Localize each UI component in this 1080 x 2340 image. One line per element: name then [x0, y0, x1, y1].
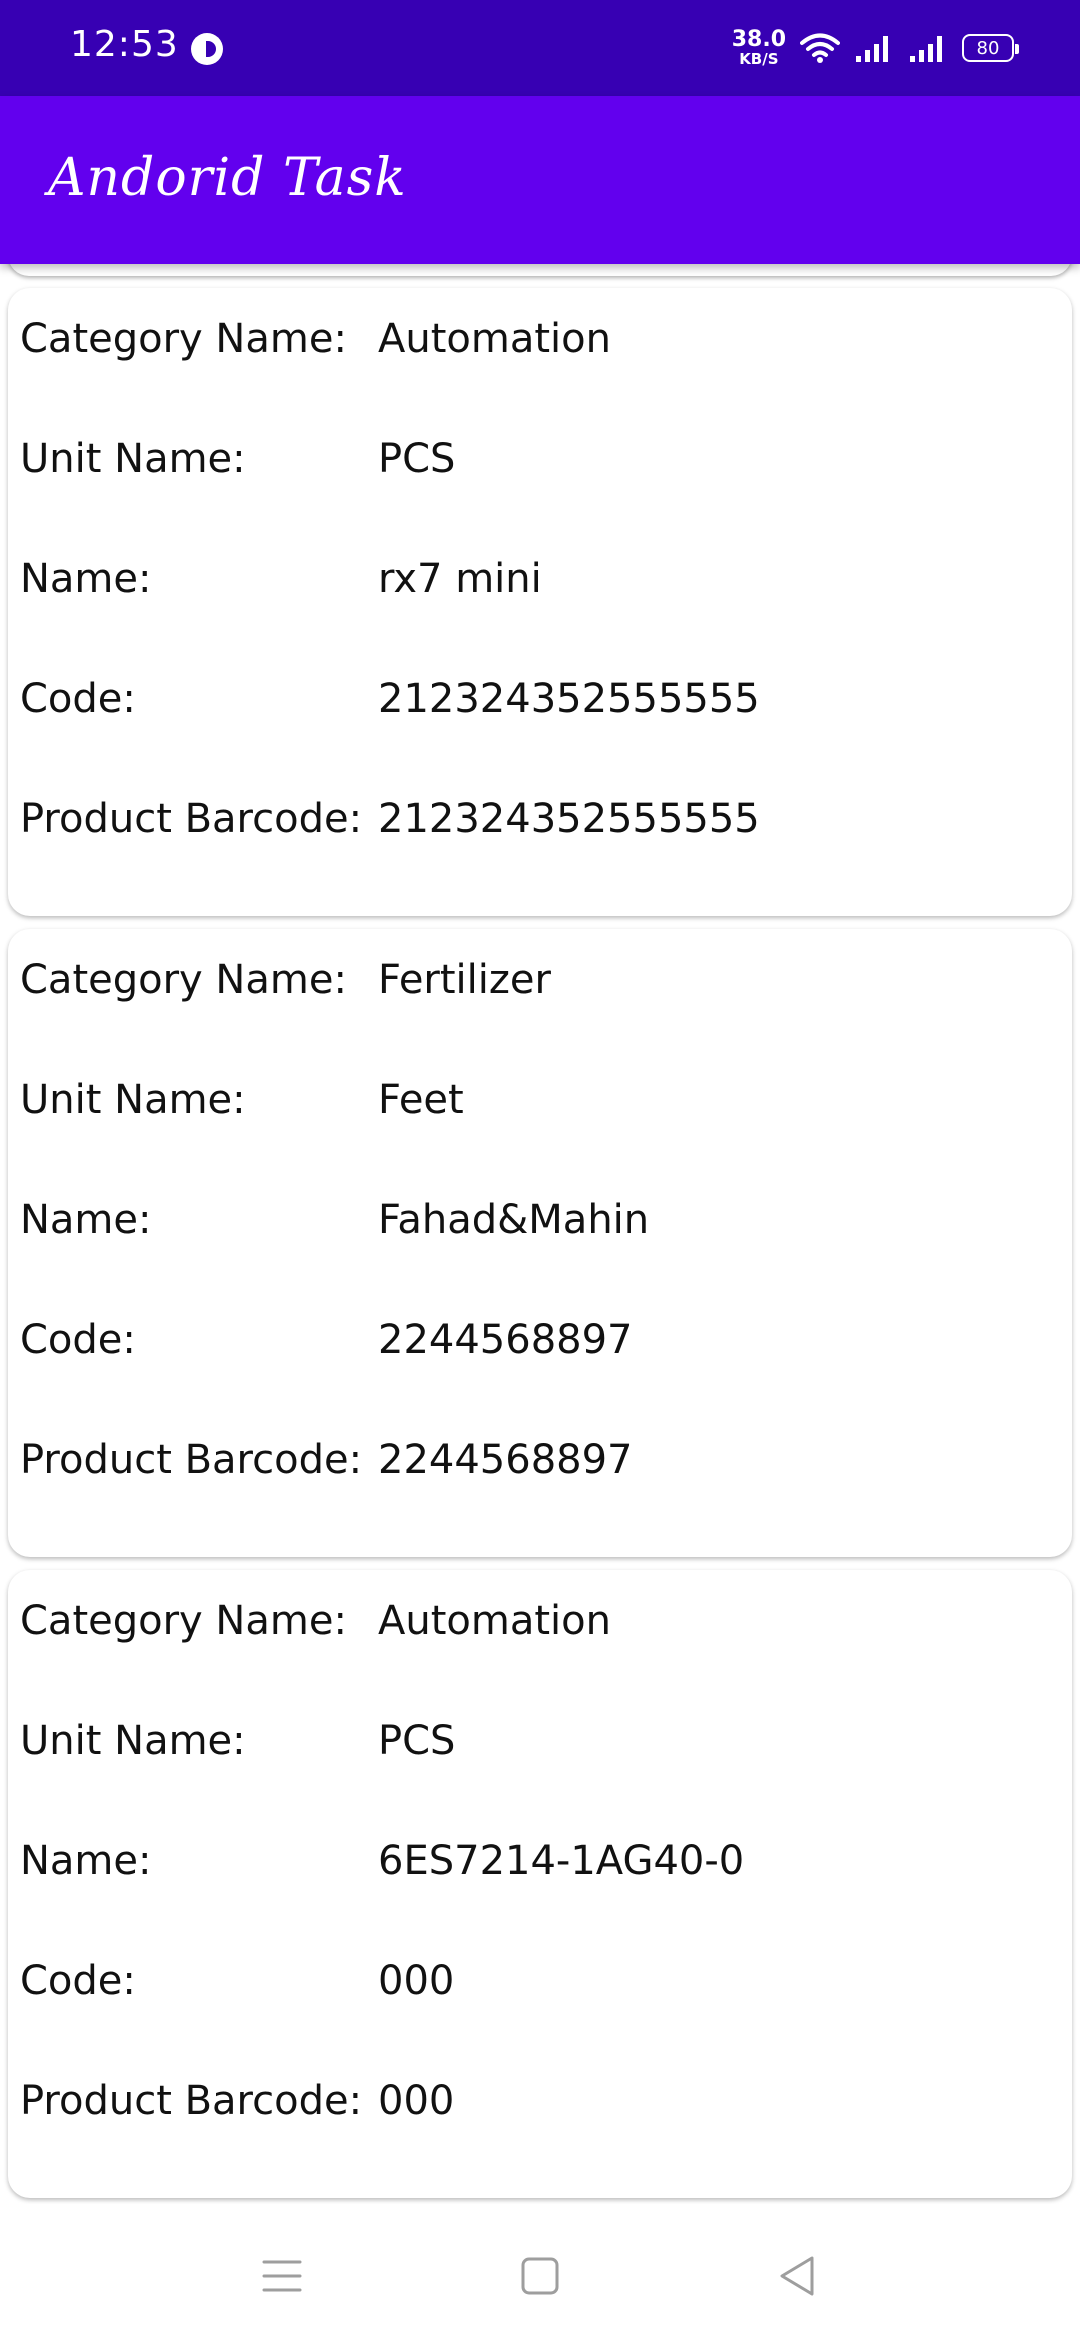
back-triangle-icon[interactable]: [770, 2248, 826, 2304]
unit-row: Unit Name: PCS: [8, 1708, 1072, 1768]
category-label: Category Name:: [20, 1598, 347, 1644]
barcode-row: Product Barcode: 000: [8, 2068, 1072, 2128]
previous-product-card-edge: [8, 264, 1072, 276]
network-speed: 38.0 KB/S: [732, 29, 786, 67]
category-value: Fertilizer: [378, 957, 551, 1003]
menu-icon[interactable]: [254, 2248, 310, 2304]
network-speed-unit: KB/S: [739, 50, 779, 68]
unit-value: Feet: [378, 1077, 464, 1123]
unit-value: PCS: [378, 436, 456, 482]
barcode-value: 212324352555555: [378, 796, 760, 842]
network-speed-value: 38.0: [731, 27, 786, 52]
category-row: Category Name: Fertilizer: [8, 947, 1072, 1007]
product-card[interactable]: Category Name: Fertilizer Unit Name: Fee…: [8, 929, 1072, 1557]
battery-level: 80: [976, 37, 1000, 59]
code-value: 000: [378, 1958, 455, 2004]
category-value: Automation: [378, 1598, 611, 1644]
status-bar: 12:53 38.0 KB/S 80: [0, 0, 1080, 96]
name-row: Name: Fahad&Mahin: [8, 1187, 1072, 1247]
name-value: 6ES7214-1AG40-0: [378, 1838, 745, 1884]
name-label: Name:: [20, 1838, 152, 1884]
signal-icon-sim2: [910, 36, 942, 62]
code-label: Code:: [20, 1958, 136, 2004]
name-row: Name: 6ES7214-1AG40-0: [8, 1828, 1072, 1888]
app-notification-icon: [191, 33, 223, 65]
barcode-row: Product Barcode: 2244568897: [8, 1427, 1072, 1487]
barcode-label: Product Barcode:: [20, 1437, 363, 1483]
name-value: Fahad&Mahin: [378, 1197, 650, 1243]
unit-row: Unit Name: Feet: [8, 1067, 1072, 1127]
unit-value: PCS: [378, 1718, 456, 1764]
code-row: Code: 2244568897: [8, 1307, 1072, 1367]
barcode-value: 2244568897: [378, 1437, 633, 1483]
unit-label: Unit Name:: [20, 1077, 246, 1123]
name-row: Name: rx7 mini: [8, 546, 1072, 606]
app-title: Andorid Task: [48, 148, 407, 208]
barcode-row: Product Barcode: 212324352555555: [8, 786, 1072, 846]
status-indicators: 38.0 KB/S 80: [732, 26, 1019, 70]
category-label: Category Name:: [20, 316, 347, 362]
product-card[interactable]: Category Name: Automation Unit Name: PCS…: [8, 288, 1072, 916]
wifi-icon: [800, 33, 840, 63]
app-bar: Andorid Task: [0, 96, 1080, 264]
code-value: 212324352555555: [378, 676, 760, 722]
system-navigation-bar: [0, 2204, 1080, 2340]
code-value: 2244568897: [378, 1317, 633, 1363]
barcode-label: Product Barcode:: [20, 2078, 363, 2124]
category-label: Category Name:: [20, 957, 347, 1003]
barcode-value: 000: [378, 2078, 455, 2124]
home-square-icon[interactable]: [512, 2248, 568, 2304]
barcode-label: Product Barcode:: [20, 796, 363, 842]
category-row: Category Name: Automation: [8, 1588, 1072, 1648]
product-card[interactable]: Category Name: Automation Unit Name: PCS…: [8, 1570, 1072, 2198]
unit-row: Unit Name: PCS: [8, 426, 1072, 486]
category-value: Automation: [378, 316, 611, 362]
battery-icon: 80: [962, 34, 1019, 62]
name-label: Name:: [20, 1197, 152, 1243]
product-list[interactable]: Category Name: Automation Unit Name: PCS…: [0, 264, 1080, 2204]
signal-icon-sim1: [856, 36, 888, 62]
unit-label: Unit Name:: [20, 1718, 246, 1764]
name-value: rx7 mini: [378, 556, 542, 602]
status-time: 12:53: [70, 24, 179, 65]
name-label: Name:: [20, 556, 152, 602]
code-row: Code: 212324352555555: [8, 666, 1072, 726]
category-row: Category Name: Automation: [8, 306, 1072, 366]
code-label: Code:: [20, 1317, 136, 1363]
unit-label: Unit Name:: [20, 436, 246, 482]
code-label: Code:: [20, 676, 136, 722]
code-row: Code: 000: [8, 1948, 1072, 2008]
